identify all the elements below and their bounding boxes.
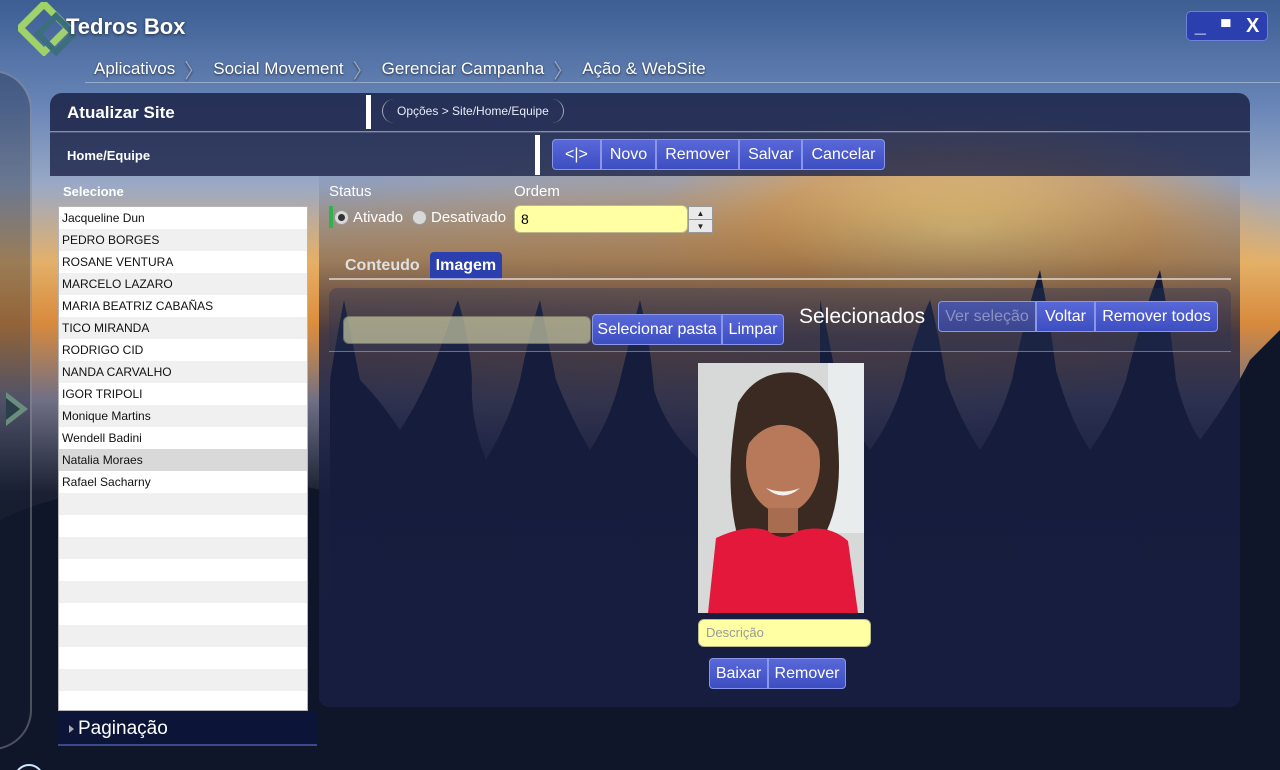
radio-checked-icon[interactable] (334, 209, 349, 225)
list-item[interactable]: NANDA CARVALHO (59, 361, 307, 383)
radio-unchecked-icon[interactable] (412, 209, 427, 225)
list-item[interactable]: PEDRO BORGES (59, 229, 307, 251)
back-button[interactable]: Voltar (1036, 301, 1095, 332)
breadcrumb-gerenciar-campanha[interactable]: Gerenciar Campanha (378, 59, 549, 79)
breadcrumb-separator-icon: 〉 (184, 60, 205, 83)
close-icon[interactable]: X (1246, 15, 1259, 38)
tab-imagem[interactable]: Imagem (429, 252, 503, 279)
list-item[interactable]: MARCELO LAZARO (59, 273, 307, 295)
page-header: Atualizar Site Opções > Site/Home/Equipe (50, 93, 1250, 131)
member-photo (698, 363, 864, 613)
app-title: Tedros Box (66, 14, 186, 39)
status-label: Status (329, 183, 372, 200)
empty-row (59, 603, 307, 625)
empty-row (59, 625, 307, 647)
sub-header-divider (535, 135, 540, 175)
order-spinner[interactable]: ▲ ▼ (688, 206, 713, 233)
tab-underline (329, 278, 1231, 280)
breadcrumb-underline (85, 82, 1280, 83)
maximize-icon[interactable]: ▀ (1221, 19, 1230, 34)
status-indicator (329, 206, 333, 228)
list-item[interactable]: RODRIGO CID (59, 339, 307, 361)
header-divider (366, 95, 371, 129)
save-button[interactable]: Salvar (739, 139, 803, 170)
radio-ativado-label: Ativado (353, 208, 404, 226)
window-controls: _ ▀ X (1186, 11, 1268, 41)
remove-all-button[interactable]: Remover todos (1095, 301, 1218, 332)
list-item[interactable]: Rafael Sacharny (59, 471, 307, 493)
list-item[interactable]: Jacqueline Dun (59, 207, 307, 229)
list-label: Selecione (63, 184, 124, 199)
breadcrumb-social-movement[interactable]: Social Movement (209, 59, 347, 79)
minimize-icon[interactable]: _ (1195, 15, 1206, 38)
list-item[interactable]: Wendell Badini (59, 427, 307, 449)
cancel-button[interactable]: Cancelar (802, 139, 885, 170)
empty-row (59, 691, 307, 710)
selected-title: Selecionados (799, 305, 926, 328)
empty-row (59, 581, 307, 603)
list-item[interactable]: ROSANE VENTURA (59, 251, 307, 273)
folder-path-input[interactable] (343, 316, 591, 344)
list-item-selected[interactable]: Natalia Moraes (59, 449, 307, 471)
remove-image-button[interactable]: Remover (768, 658, 846, 689)
spinner-down-icon[interactable]: ▼ (689, 220, 712, 232)
pagination-expander[interactable]: Paginação (58, 712, 317, 746)
breadcrumb-separator-icon: 〉 (553, 60, 574, 83)
list-item[interactable]: TICO MIRANDA (59, 317, 307, 339)
new-button[interactable]: Novo (600, 139, 657, 170)
section-title: Home/Equipe (67, 148, 151, 163)
toolbar: <|> Novo Remover Salvar Cancelar (552, 139, 885, 170)
empty-row (59, 669, 307, 691)
title-bar: Tedros Box _ ▀ X (0, 0, 1280, 56)
description-input[interactable]: Descrição (698, 619, 871, 647)
clear-button[interactable]: Limpar (722, 314, 784, 345)
list-item[interactable]: IGOR TRIPOLI (59, 383, 307, 405)
spinner-up-icon[interactable]: ▲ (689, 207, 712, 220)
radio-desativado[interactable]: Desativado (412, 206, 506, 228)
order-input[interactable]: 8 (514, 205, 688, 233)
empty-row (59, 493, 307, 515)
breadcrumb-separator-icon: 〉 (352, 60, 373, 83)
list-item[interactable]: MARIA BEATRIZ CABAÑAS (59, 295, 307, 317)
empty-row (59, 559, 307, 581)
list-item[interactable]: Monique Martins (59, 405, 307, 427)
view-selection-button[interactable]: Ver seleção (938, 301, 1036, 332)
expand-arrow-icon (69, 725, 74, 733)
radio-ativado[interactable]: Ativado (334, 206, 403, 228)
options-path[interactable]: Opções > Site/Home/Equipe (382, 99, 564, 123)
radio-desativado-label: Desativado (431, 208, 507, 226)
order-label: Ordem (514, 183, 560, 200)
empty-row (59, 647, 307, 669)
tab-conteudo[interactable]: Conteudo (339, 252, 426, 279)
tab-bar: Conteudo Imagem (339, 252, 503, 279)
empty-row (59, 515, 307, 537)
breadcrumb-acao-website[interactable]: Ação & WebSite (578, 59, 709, 79)
breadcrumb: Aplicativos 〉 Social Movement 〉 Gerencia… (90, 56, 710, 83)
member-list[interactable]: Jacqueline Dun PEDRO BORGES ROSANE VENTU… (58, 206, 308, 711)
toggle-panel-button[interactable]: <|> (552, 139, 601, 170)
select-folder-button[interactable]: Selecionar pasta (592, 314, 722, 345)
pagination-label: Paginação (78, 718, 168, 739)
remove-button[interactable]: Remover (656, 139, 740, 170)
breadcrumb-aplicativos[interactable]: Aplicativos (90, 59, 179, 79)
page-title: Atualizar Site (67, 103, 175, 122)
expand-drawer-icon-inner (6, 398, 20, 420)
download-button[interactable]: Baixar (709, 658, 768, 689)
empty-row (59, 537, 307, 559)
